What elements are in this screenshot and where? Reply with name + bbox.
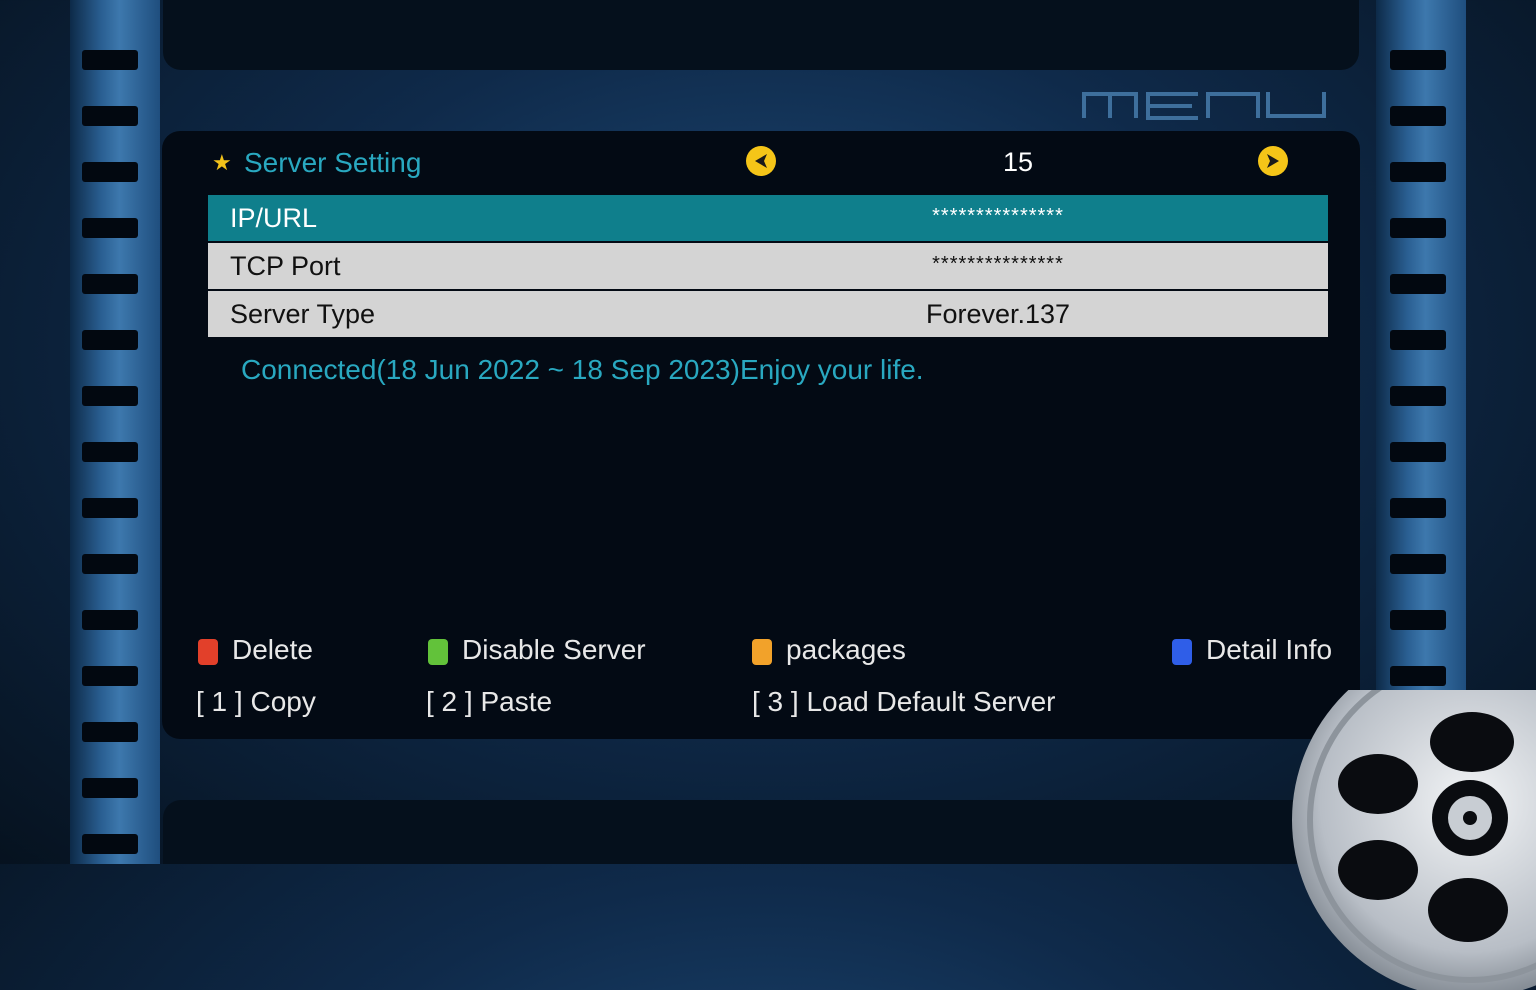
yellow-key-icon <box>752 639 772 665</box>
blue-key-icon <box>1172 639 1192 665</box>
row-value: Forever.137 <box>925 299 1071 329</box>
green-key-icon <box>428 639 448 665</box>
row-value: *************** <box>932 253 1064 275</box>
sprocket-hole <box>82 722 138 742</box>
sprocket-hole <box>1390 274 1446 294</box>
page-title: Server Setting <box>244 147 422 178</box>
key-label: packages <box>786 634 906 665</box>
sprocket-hole <box>1390 554 1446 574</box>
sprocket-hole <box>1390 498 1446 518</box>
row-tcp-port[interactable]: TCP Port *************** <box>208 243 1328 289</box>
sprocket-hole <box>82 274 138 294</box>
sprocket-hole <box>82 610 138 630</box>
row-server-type[interactable]: Server Type Forever.137 <box>208 291 1328 337</box>
film-reel-icon <box>1292 690 1536 990</box>
key-label: Disable Server <box>462 634 646 665</box>
sprocket-hole <box>82 498 138 518</box>
top-frame <box>163 0 1359 70</box>
sprocket-hole <box>82 330 138 350</box>
right-arrow-icon[interactable] <box>1258 146 1288 176</box>
left-arrow-icon[interactable] <box>746 146 776 176</box>
sprocket-hole <box>1390 162 1446 182</box>
row-ip-url[interactable]: IP/URL *************** <box>208 195 1328 241</box>
sprocket-hole <box>1390 330 1446 350</box>
sprocket-hole <box>82 666 138 686</box>
row-label: Server Type <box>230 299 376 329</box>
sprocket-hole <box>82 386 138 406</box>
sprocket-hole <box>1390 386 1446 406</box>
star-icon: ★ <box>212 150 232 175</box>
row-value: *************** <box>932 205 1064 227</box>
sprocket-hole <box>82 778 138 798</box>
menu-logo <box>1082 92 1326 120</box>
sprocket-hole <box>82 50 138 70</box>
sprocket-hole <box>1390 218 1446 238</box>
row-label: IP/URL <box>230 203 318 233</box>
bottom-frame <box>163 800 1359 864</box>
load-default-server-shortcut[interactable]: [ 3 ] Load Default Server <box>752 686 1056 718</box>
sprocket-hole <box>82 218 138 238</box>
sprocket-hole <box>1390 442 1446 462</box>
sprocket-hole <box>1390 50 1446 70</box>
sprocket-hole <box>82 106 138 126</box>
key-label: Delete <box>232 634 313 665</box>
sprocket-hole <box>82 162 138 182</box>
film-strip-left <box>70 0 160 864</box>
page-number: 15 <box>1002 147 1034 177</box>
sprocket-hole <box>82 442 138 462</box>
connection-status: Connected(18 Jun 2022 ~ 18 Sep 2023)Enjo… <box>241 354 924 385</box>
sprocket-hole <box>1390 610 1446 630</box>
key-label: Detail Info <box>1206 634 1333 665</box>
sprocket-hole <box>82 834 138 854</box>
sprocket-hole <box>1390 106 1446 126</box>
row-label: TCP Port <box>230 251 341 281</box>
copy-shortcut[interactable]: [ 1 ] Copy <box>196 686 316 718</box>
red-key-icon <box>198 639 218 665</box>
sprocket-hole <box>82 554 138 574</box>
paste-shortcut[interactable]: [ 2 ] Paste <box>426 686 552 718</box>
sprocket-hole <box>1390 666 1446 686</box>
